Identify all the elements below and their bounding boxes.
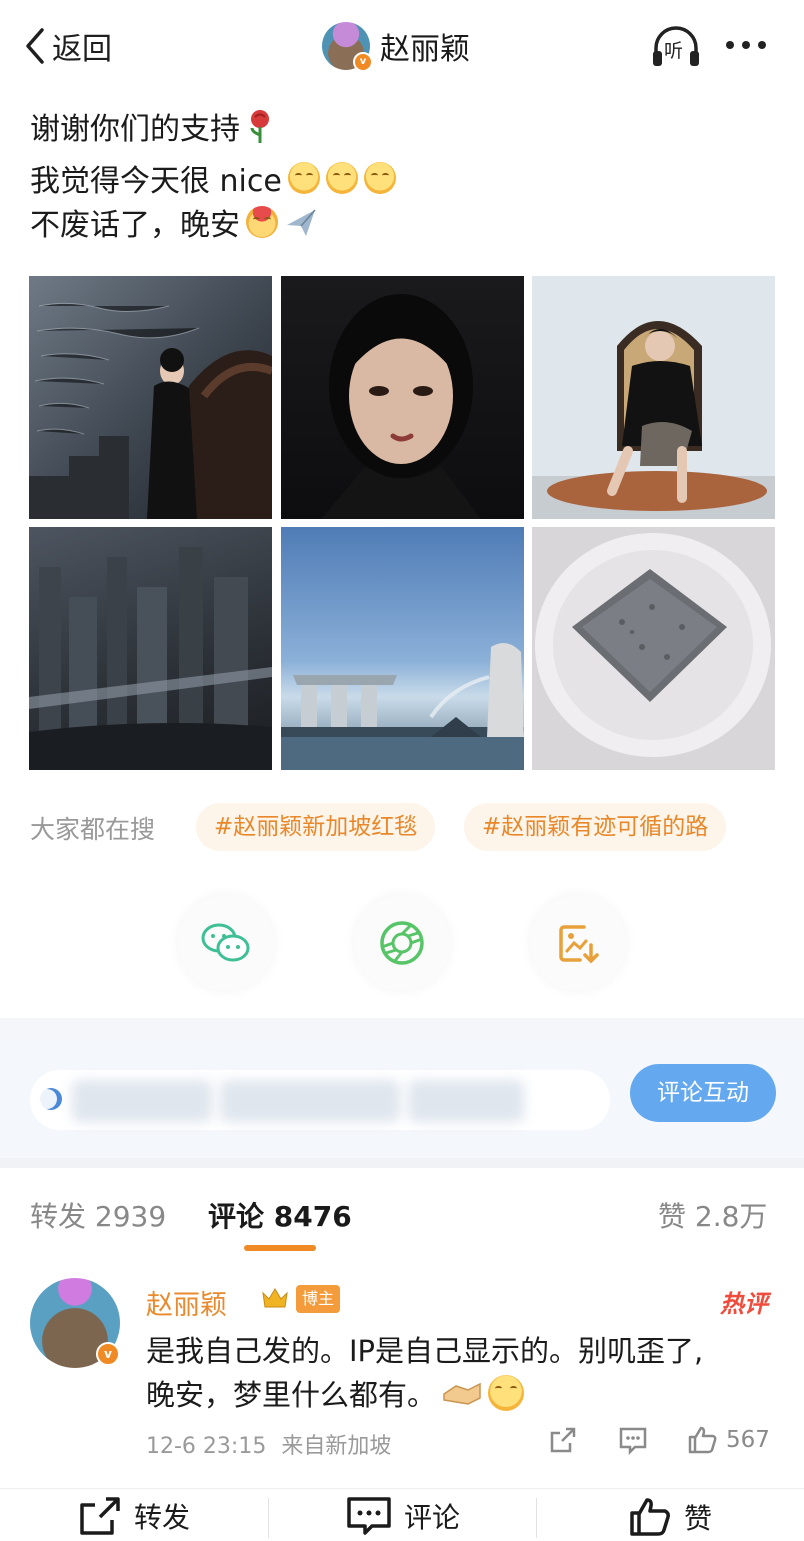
trending-tag[interactable]: #赵丽颖新加坡红毯 [196, 803, 436, 851]
repost-icon [80, 1497, 120, 1535]
comment-share-button[interactable] [548, 1424, 578, 1456]
back-button[interactable]: 返回 [22, 22, 112, 70]
photo-pastry [535, 533, 771, 757]
avatar: v [322, 22, 373, 72]
header-user[interactable]: v 赵丽颖 [322, 20, 470, 72]
wechat-icon [201, 923, 250, 962]
divider [536, 1498, 537, 1538]
post-image[interactable] [281, 276, 524, 519]
comment-like-count: 567 [726, 1427, 770, 1453]
save-image-icon [559, 925, 599, 964]
smile-emoji-icon [363, 162, 396, 194]
repost-button[interactable]: 转发 [78, 1496, 190, 1536]
moments-icon [380, 921, 424, 965]
section-divider [0, 1018, 804, 1040]
comment-label: 评论 [404, 1501, 461, 1534]
comment-line-2: 晚安，梦里什么都有。 [146, 1378, 437, 1412]
dot-icon [742, 41, 750, 49]
smile-emoji-icon [287, 162, 320, 194]
author-badge: 博主 [296, 1285, 341, 1313]
verified-icon: v [353, 52, 373, 72]
photo-skyline-reflection [29, 547, 272, 770]
like-label: 赞 [684, 1502, 713, 1535]
comment-icon [619, 1427, 647, 1455]
back-label: 返回 [52, 32, 112, 67]
photo-portrait [321, 294, 481, 519]
post-text-line: 谢谢你们的支持 [30, 104, 274, 148]
tab-like[interactable]: 赞 2.8万 [658, 1195, 767, 1235]
post-line-2: 我觉得今天很 nice [30, 164, 282, 199]
post-text-line: 不废话了，晚安 [30, 200, 318, 244]
comment-avatar[interactable]: v [30, 1278, 120, 1368]
grin-emoji-icon [488, 1375, 525, 1411]
photo-marina-bay [281, 643, 524, 770]
more-options-button[interactable] [726, 30, 778, 60]
chevron-left-icon [26, 28, 44, 64]
comment-button[interactable]: 评论 [346, 1496, 460, 1536]
like-button[interactable]: 赞 [628, 1496, 712, 1538]
handshake-emoji-icon [443, 1382, 481, 1405]
verified-icon: v [96, 1342, 120, 1366]
section-divider [0, 1158, 804, 1168]
repost-label: 转发 [134, 1501, 191, 1534]
comment-meta: 12-6 23:15 来自新加坡 [146, 1428, 391, 1460]
post-image[interactable] [29, 276, 272, 519]
photo-staircase [29, 302, 272, 519]
listen-label: 听 [664, 40, 684, 62]
header-user-name: 赵丽颖 [380, 32, 470, 67]
photo-chair [532, 321, 775, 519]
comment-time: 12-6 23:15 [146, 1434, 267, 1459]
comment-icon [347, 1497, 391, 1535]
share-wechat-button[interactable] [178, 895, 274, 991]
share-moments-button[interactable] [354, 895, 450, 991]
dot-icon [758, 41, 766, 49]
thumbs-up-icon [630, 1498, 670, 1536]
share-icon [550, 1427, 576, 1453]
blurred-text [220, 1080, 400, 1122]
sleepy-emoji-icon [246, 206, 278, 238]
airplane-icon [287, 209, 316, 236]
post-line-1: 谢谢你们的支持 [30, 112, 240, 147]
tab-repost[interactable]: 转发 2939 [30, 1195, 166, 1235]
divider [268, 1498, 269, 1538]
active-tab-indicator [244, 1245, 316, 1251]
comment-line-1: 是我自己发的。IP是自己显示的。别叽歪了, [146, 1334, 704, 1368]
post-image[interactable] [532, 276, 775, 519]
save-image-button[interactable] [530, 895, 626, 991]
dot-icon [726, 41, 734, 49]
rose-icon [250, 110, 269, 143]
tab-comment[interactable]: 评论 8476 [208, 1195, 352, 1235]
comment-text-line: 晚安，梦里什么都有。 [146, 1372, 525, 1414]
comment-reply-button[interactable] [618, 1424, 648, 1456]
post-image[interactable] [29, 527, 272, 770]
hot-comment-badge: 热评 [720, 1290, 768, 1318]
trending-tag[interactable]: #赵丽颖有迹可循的路 [464, 803, 727, 851]
crown-icon [262, 1288, 288, 1308]
comment-like-button[interactable]: 567 [686, 1424, 770, 1456]
listen-button[interactable]: 听 [650, 24, 702, 70]
post-line-3: 不废话了，晚安 [30, 208, 240, 243]
comment-source: 来自新加坡 [281, 1434, 392, 1459]
comment-author[interactable]: 赵丽颖 [146, 1283, 227, 1322]
trending-search-label: 大家都在搜 [30, 815, 156, 844]
smile-emoji-icon [325, 162, 358, 194]
blurred-text [408, 1080, 524, 1122]
post-image[interactable] [281, 527, 524, 770]
comment-interact-button[interactable]: 评论互动 [630, 1064, 776, 1122]
post-text-line: 我觉得今天很 nice [30, 156, 396, 200]
user-avatar-blurred-icon [37, 1088, 62, 1110]
thumbs-up-icon [688, 1426, 717, 1454]
blurred-text [72, 1080, 212, 1122]
post-image[interactable] [532, 527, 775, 770]
comment-text-line: 是我自己发的。IP是自己显示的。别叽歪了, [146, 1328, 703, 1370]
